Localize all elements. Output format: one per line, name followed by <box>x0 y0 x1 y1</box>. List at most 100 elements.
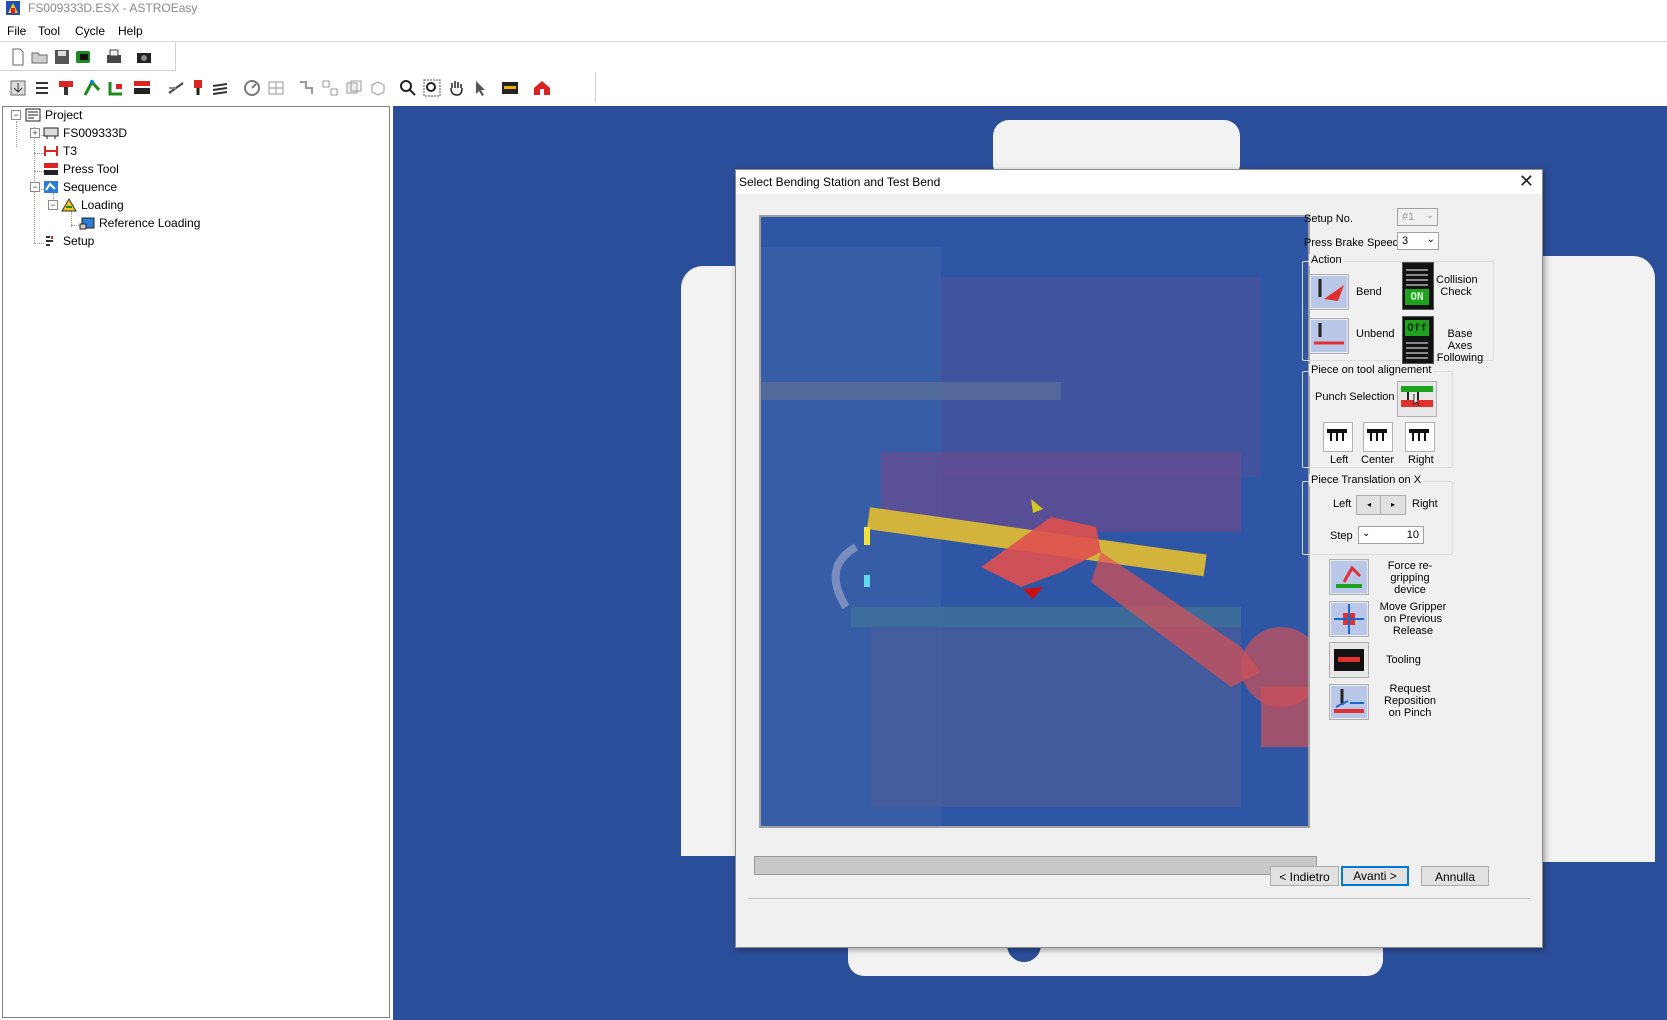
machine-red-icon <box>44 146 58 156</box>
box-icon[interactable] <box>368 78 388 98</box>
save-icon[interactable] <box>52 47 72 67</box>
list-icon[interactable] <box>32 78 52 98</box>
align-center-label: Center <box>1361 454 1395 466</box>
collapse-sequence-toggle[interactable]: − <box>30 182 40 192</box>
measure-icon[interactable] <box>166 78 186 98</box>
base-axes-toggle[interactable]: Off <box>1402 316 1434 364</box>
force-regripping-icon <box>1331 561 1367 593</box>
unbend-button[interactable] <box>1309 318 1349 354</box>
save-all-icon[interactable] <box>74 47 94 67</box>
menu-tool[interactable]: Tool <box>38 24 60 38</box>
dialog-divider <box>748 898 1530 899</box>
menu-cycle[interactable]: Cycle <box>75 24 105 38</box>
align-right-button[interactable] <box>1405 422 1435 452</box>
base-axes-label: Base Axes Following <box>1436 328 1484 364</box>
tooling-label: Tooling <box>1386 654 1421 666</box>
menu-help[interactable]: Help <box>118 24 143 38</box>
setup-no-label: Setup No. <box>1304 213 1353 225</box>
collapse-project-toggle[interactable]: − <box>11 110 21 120</box>
next-button[interactable]: Avanti > <box>1341 866 1409 886</box>
force-regripping-button[interactable] <box>1329 559 1369 595</box>
speed-select[interactable]: 3 ⌄ <box>1397 232 1439 250</box>
unbend-label: Unbend <box>1356 328 1395 340</box>
multi-bend-icon[interactable] <box>320 78 340 98</box>
bend-sim-icon[interactable] <box>296 78 316 98</box>
zoom-window-icon[interactable] <box>422 78 442 98</box>
layers-icon[interactable] <box>210 78 230 98</box>
align-left-icon <box>1327 429 1347 441</box>
force-regripping-label: Force re-gripping device <box>1387 560 1433 596</box>
expand-part-toggle[interactable]: + <box>30 128 40 138</box>
align-center-icon <box>1367 429 1387 441</box>
main-toolbar <box>0 72 596 102</box>
back-button[interactable]: < Indietro <box>1270 866 1339 886</box>
robot-green-icon[interactable] <box>82 78 102 98</box>
open-folder-icon[interactable] <box>30 47 50 67</box>
punch-selection-icon <box>1401 386 1433 407</box>
zoom-icon[interactable] <box>398 78 418 98</box>
part-icon <box>43 127 59 139</box>
title-bar: FS009333D.ESX - ASTROEasy <box>0 0 1667 18</box>
speed-label: Press Brake Speed: <box>1304 237 1402 249</box>
bend-label: Bend <box>1356 286 1382 298</box>
sequence-icon <box>44 181 58 193</box>
collapse-loading-toggle[interactable]: − <box>48 200 58 210</box>
move-gripper-icon <box>1331 603 1367 635</box>
request-reposition-button[interactable] <box>1329 684 1369 720</box>
gripper-icon[interactable] <box>106 78 126 98</box>
translate-left-button[interactable]: ◂ <box>1356 495 1382 515</box>
bend-icon <box>1311 276 1347 308</box>
press-tool-icon <box>44 163 58 175</box>
menu-file[interactable]: File <box>7 24 26 38</box>
request-reposition-label: Request Reposition on Pinch <box>1384 683 1436 719</box>
file-toolbar <box>0 42 176 71</box>
bending-station-dialog: Select Bending Station and Test Bend ✕ S… <box>735 169 1543 948</box>
camera-icon[interactable] <box>134 47 154 67</box>
cancel-button[interactable]: Annulla <box>1421 866 1489 886</box>
setup-no-select: #1 ⌄ <box>1397 208 1438 226</box>
new-file-icon[interactable] <box>8 47 28 67</box>
grid-icon[interactable] <box>266 78 286 98</box>
punch-icon[interactable] <box>188 78 208 98</box>
move-gripper-label: Move Gripper on Previous Release <box>1379 601 1447 637</box>
step-select[interactable]: ⌄ 10 <box>1358 526 1424 544</box>
pan-hand-icon[interactable] <box>446 78 466 98</box>
align-left-button[interactable] <box>1323 422 1353 452</box>
gauge-icon[interactable] <box>242 78 262 98</box>
move-gripper-button[interactable] <box>1329 601 1369 637</box>
unbend-icon <box>1311 320 1347 352</box>
tool-red-icon[interactable] <box>56 78 76 98</box>
translate-left-label: Left <box>1333 498 1352 510</box>
pointer-icon[interactable] <box>470 78 490 98</box>
tooling-button[interactable] <box>1329 642 1369 678</box>
request-reposition-icon <box>1331 686 1367 718</box>
step-label: Step <box>1330 530 1353 542</box>
home-icon[interactable] <box>532 78 552 98</box>
app-icon <box>6 1 20 15</box>
progress-bar <box>754 856 1317 875</box>
translate-right-label: Right <box>1412 498 1438 510</box>
bend-preview-3d[interactable] <box>759 215 1310 828</box>
reference-loading-icon <box>79 217 95 230</box>
machine-icon[interactable] <box>500 78 520 98</box>
punch-selection-button[interactable] <box>1397 381 1437 417</box>
setup-icon <box>46 236 53 246</box>
project-tree: − Project + FS009333D T3 Press Tool − Se… <box>2 106 390 1018</box>
close-icon[interactable]: ✕ <box>1519 172 1534 190</box>
copy-icon[interactable] <box>344 78 364 98</box>
collision-check-toggle[interactable]: ON <box>1402 262 1434 310</box>
align-right-icon <box>1409 429 1429 441</box>
align-right-label: Right <box>1408 454 1434 466</box>
punch-selection-label: Punch Selection <box>1315 391 1395 403</box>
dialog-title: Select Bending Station and Test Bend <box>739 175 941 189</box>
translate-right-button[interactable]: ▸ <box>1380 495 1406 515</box>
import-icon[interactable] <box>8 78 28 98</box>
project-icon <box>25 108 41 122</box>
bend-button[interactable] <box>1309 274 1349 310</box>
window-title: FS009333D.ESX - ASTROEasy <box>28 1 198 15</box>
align-center-button[interactable] <box>1363 422 1393 452</box>
bend-scene-drawing <box>761 217 1308 826</box>
press-icon[interactable] <box>132 78 152 98</box>
loading-icon <box>61 198 77 212</box>
print-icon[interactable] <box>104 47 124 67</box>
